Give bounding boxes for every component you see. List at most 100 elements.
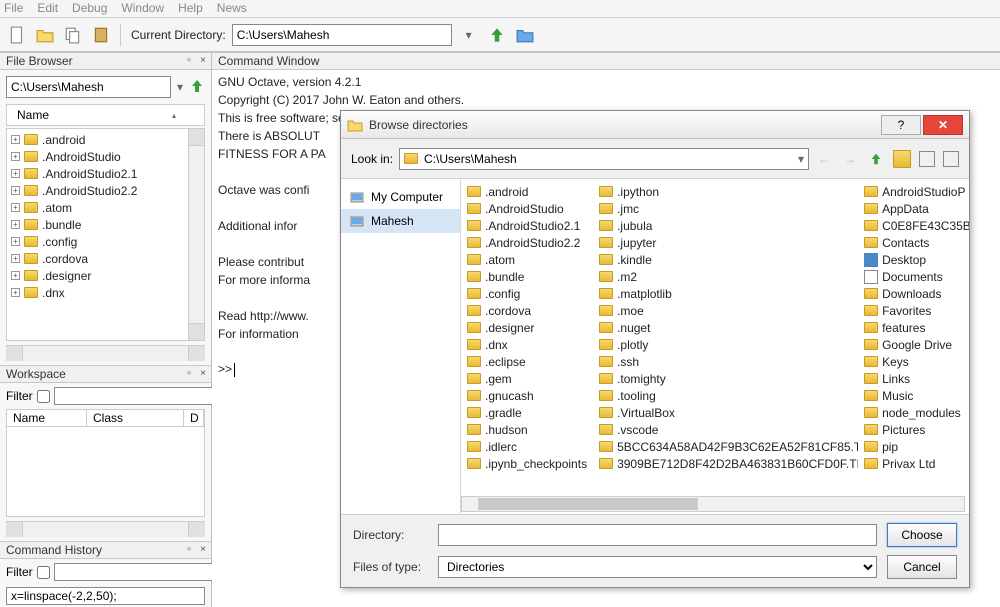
file-item[interactable]: .ssh [593, 353, 858, 370]
dialog-file-list[interactable]: .android.AndroidStudio.AndroidStudio2.1.… [461, 179, 969, 514]
file-item[interactable]: .eclipse [461, 353, 593, 370]
nav-up-icon[interactable] [867, 150, 885, 168]
menu-news[interactable]: News [217, 1, 247, 16]
expand-icon[interactable]: + [11, 254, 20, 263]
file-browser-item[interactable]: +.bundle [11, 216, 200, 233]
scrollbar-vertical[interactable] [188, 129, 204, 340]
undock-icon[interactable]: ▫ [183, 55, 195, 67]
file-item[interactable]: pip [858, 438, 969, 455]
file-browser-item[interactable]: +.dnx [11, 284, 200, 301]
file-item[interactable]: .gradle [461, 404, 593, 421]
file-item[interactable]: Contacts [858, 234, 969, 251]
close-button[interactable]: ✕ [923, 115, 963, 135]
file-item[interactable]: .AndroidStudio2.2 [461, 234, 593, 251]
history-filter-checkbox[interactable] [37, 566, 50, 579]
file-browser-item[interactable]: +.designer [11, 267, 200, 284]
file-browser-item[interactable]: +.atom [11, 199, 200, 216]
file-item[interactable]: .gem [461, 370, 593, 387]
file-item[interactable]: .jupyter [593, 234, 858, 251]
file-item[interactable]: Links [858, 370, 969, 387]
scrollbar-horizontal[interactable] [461, 496, 965, 512]
up-directory-icon[interactable] [189, 78, 205, 97]
file-item[interactable]: .plotly [593, 336, 858, 353]
close-panel-icon[interactable]: × [197, 55, 209, 67]
file-item[interactable]: Pictures [858, 421, 969, 438]
file-item[interactable]: .ipython [593, 183, 858, 200]
file-item[interactable]: .tooling [593, 387, 858, 404]
file-item[interactable]: .matplotlib [593, 285, 858, 302]
expand-icon[interactable]: + [11, 237, 20, 246]
file-item[interactable]: .vscode [593, 421, 858, 438]
file-browser-list[interactable]: +.android+.AndroidStudio+.AndroidStudio2… [6, 128, 205, 341]
scrollbar-horizontal[interactable] [6, 521, 205, 537]
scrollbar-horizontal[interactable] [6, 345, 205, 361]
file-item[interactable]: C0E8FE43C35B4 [858, 217, 969, 234]
help-button[interactable]: ? [881, 115, 921, 135]
dropdown-icon[interactable]: ▾ [177, 80, 183, 94]
close-panel-icon[interactable]: × [197, 544, 209, 556]
menu-debug[interactable]: Debug [72, 1, 107, 16]
file-item[interactable]: .gnucash [461, 387, 593, 404]
file-item[interactable]: .moe [593, 302, 858, 319]
file-item[interactable]: .config [461, 285, 593, 302]
up-directory-icon[interactable] [486, 24, 508, 46]
choose-button[interactable]: Choose [887, 523, 957, 547]
sidebar-item[interactable]: My Computer [341, 185, 460, 209]
file-item[interactable]: node_modules [858, 404, 969, 421]
expand-icon[interactable]: + [11, 186, 20, 195]
filetype-select[interactable]: Directories [438, 556, 877, 578]
file-item[interactable]: Privax Ltd [858, 455, 969, 472]
expand-icon[interactable]: + [11, 203, 20, 212]
file-item[interactable]: .nuget [593, 319, 858, 336]
menu-window[interactable]: Window [121, 1, 164, 16]
workspace-table-header[interactable]: Name Class D [6, 409, 205, 427]
file-item[interactable]: .bundle [461, 268, 593, 285]
current-directory-input[interactable] [232, 24, 452, 46]
expand-icon[interactable]: + [11, 152, 20, 161]
file-item[interactable]: AppData [858, 200, 969, 217]
nav-back-icon[interactable]: ← [815, 150, 833, 168]
file-browser-item[interactable]: +.config [11, 233, 200, 250]
menu-file[interactable]: File [4, 1, 23, 16]
expand-icon[interactable]: + [11, 135, 20, 144]
file-item[interactable]: .ipynb_checkpoints [461, 455, 593, 472]
file-item[interactable]: .designer [461, 319, 593, 336]
file-item[interactable]: .kindle [593, 251, 858, 268]
file-item[interactable]: .jmc [593, 200, 858, 217]
menu-help[interactable]: Help [178, 1, 203, 16]
file-browser-path-input[interactable] [6, 76, 171, 98]
new-folder-icon[interactable] [893, 150, 911, 168]
file-item[interactable]: .AndroidStudio [461, 200, 593, 217]
expand-icon[interactable]: + [11, 169, 20, 178]
file-item[interactable]: .m2 [593, 268, 858, 285]
copy-icon[interactable] [62, 24, 84, 46]
workspace-filter-input[interactable] [54, 387, 219, 405]
file-item[interactable]: .tomighty [593, 370, 858, 387]
file-item[interactable]: features [858, 319, 969, 336]
open-folder-icon[interactable] [34, 24, 56, 46]
nav-forward-icon[interactable]: → [841, 150, 859, 168]
file-browser-name-header[interactable]: Name [6, 104, 205, 126]
file-item[interactable]: .AndroidStudio2.1 [461, 217, 593, 234]
file-item[interactable]: Google Drive [858, 336, 969, 353]
browse-folder-icon[interactable] [514, 24, 536, 46]
file-item[interactable]: Downloads [858, 285, 969, 302]
workspace-filter-checkbox[interactable] [37, 390, 50, 403]
sidebar-item[interactable]: Mahesh [341, 209, 460, 233]
expand-icon[interactable]: + [11, 271, 20, 280]
file-item[interactable]: .jubula [593, 217, 858, 234]
expand-icon[interactable]: + [11, 220, 20, 229]
history-filter-input[interactable] [54, 563, 219, 581]
file-item[interactable]: 5BCC634A58AD42F9B3C62EA52F81CF85.TMP [593, 438, 858, 455]
file-browser-item[interactable]: +.AndroidStudio2.1 [11, 165, 200, 182]
file-item[interactable]: .dnx [461, 336, 593, 353]
file-browser-item[interactable]: +.cordova [11, 250, 200, 267]
file-browser-item[interactable]: +.AndroidStudio2.2 [11, 182, 200, 199]
dropdown-icon[interactable]: ▾ [458, 24, 480, 46]
undock-icon[interactable]: ▫ [183, 544, 195, 556]
expand-icon[interactable]: + [11, 288, 20, 297]
file-item[interactable]: Documents [858, 268, 969, 285]
file-item[interactable]: .android [461, 183, 593, 200]
dialog-titlebar[interactable]: Browse directories ? ✕ [341, 111, 969, 139]
menu-edit[interactable]: Edit [37, 1, 58, 16]
